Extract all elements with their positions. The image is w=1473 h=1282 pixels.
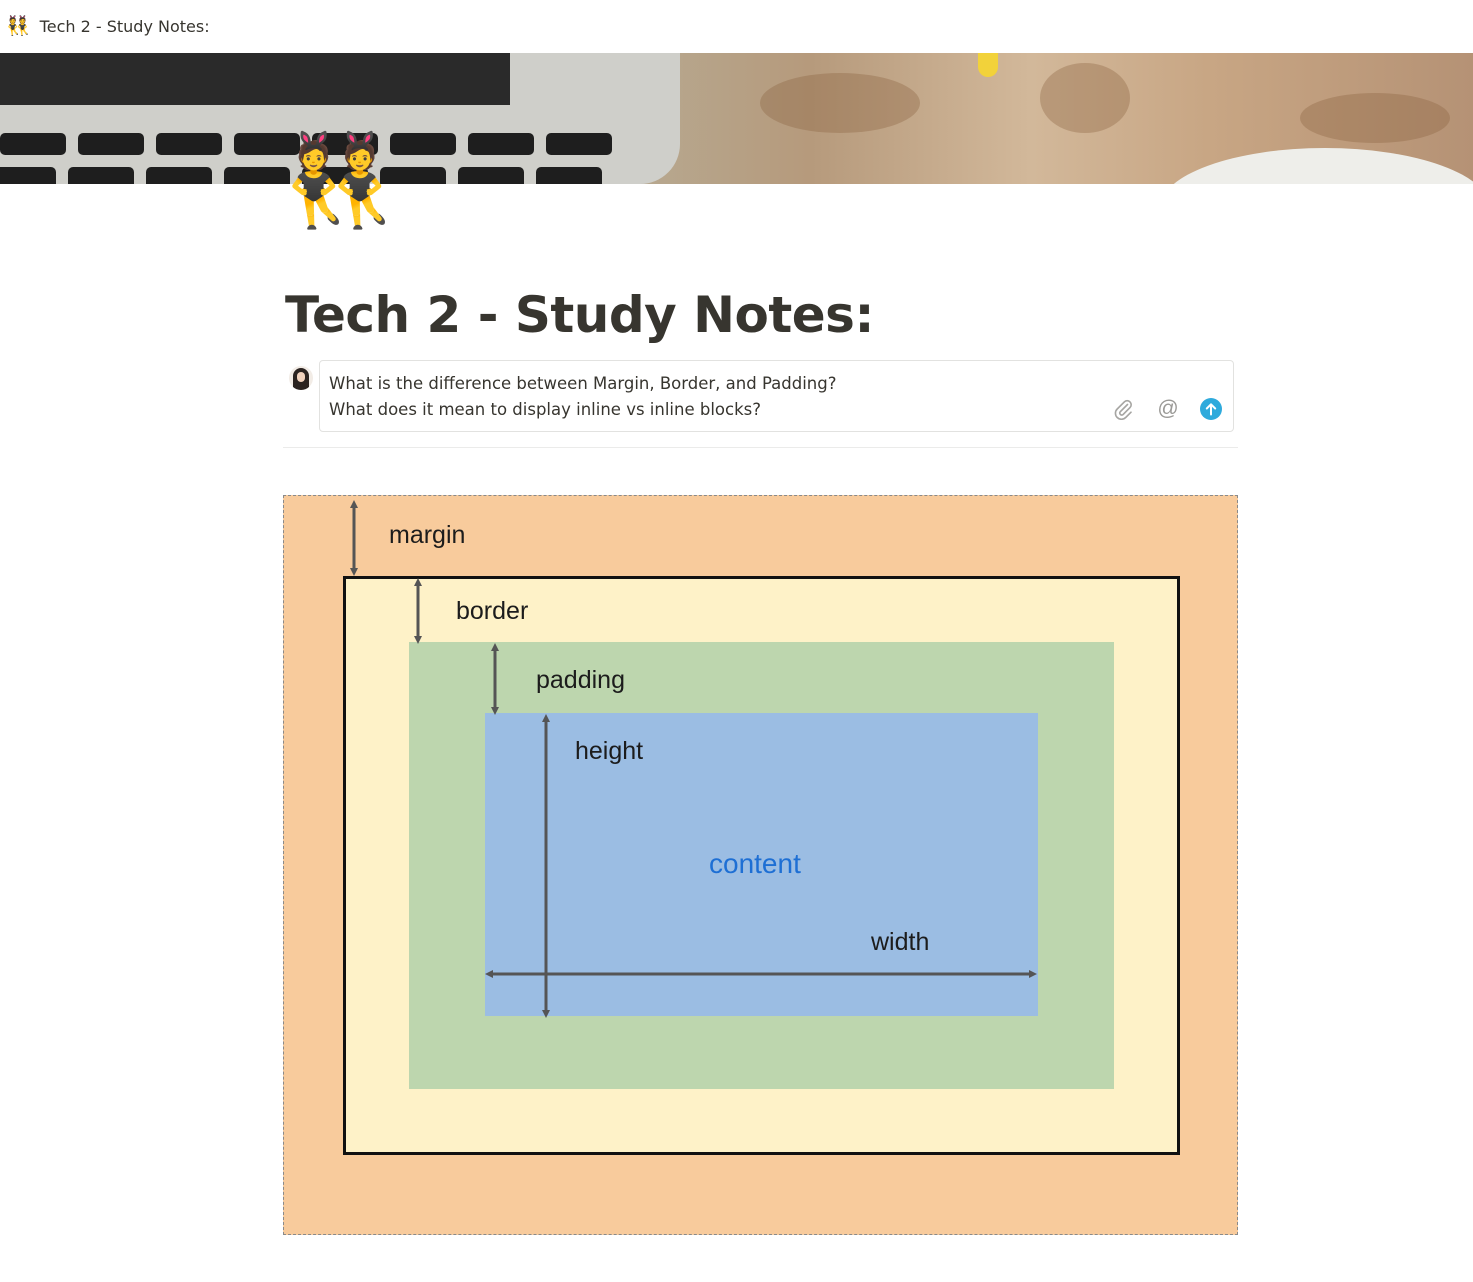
avatar <box>289 366 313 390</box>
page-emoji-icon-large[interactable]: 👯 <box>282 126 402 236</box>
send-icon[interactable] <box>1199 397 1223 421</box>
comment-text-line: What does it mean to display inline vs i… <box>329 400 762 419</box>
page-emoji-icon: 👯 <box>6 16 30 37</box>
comment-input[interactable]: What is the difference between Margin, B… <box>319 360 1234 432</box>
top-bar: 👯 Tech 2 - Study Notes: <box>0 0 1473 53</box>
box-model-diagram[interactable]: margin border padding height content wid… <box>283 495 1238 1235</box>
cover-cup-graphic <box>1160 148 1473 184</box>
divider <box>283 447 1238 448</box>
breadcrumb-page-title[interactable]: Tech 2 - Study Notes: <box>40 17 210 36</box>
paperclip-icon[interactable] <box>1111 397 1135 421</box>
dimension-arrows <box>350 500 1037 1018</box>
mention-icon[interactable]: @ <box>1156 397 1180 421</box>
cover-image[interactable] <box>0 53 1473 184</box>
page-title[interactable]: Tech 2 - Study Notes: <box>285 286 874 344</box>
comment-text-line: What is the difference between Margin, B… <box>329 374 837 393</box>
